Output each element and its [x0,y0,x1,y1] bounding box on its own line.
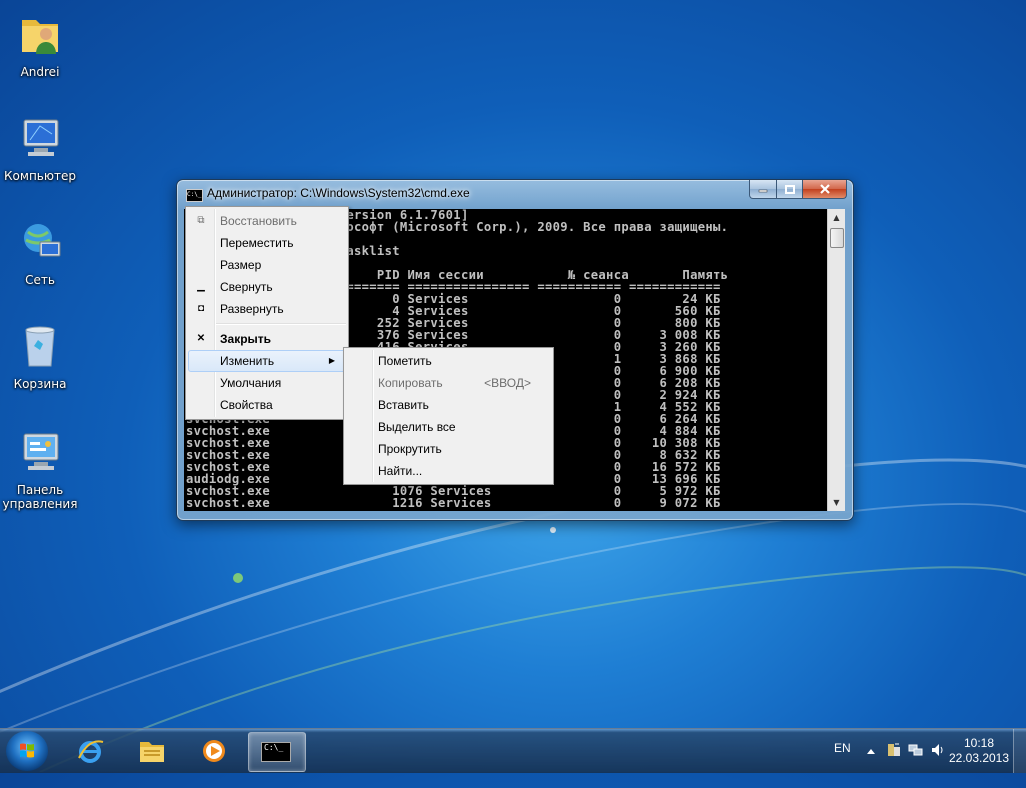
maximize-button[interactable] [777,180,803,199]
taskbar-cmd-button[interactable]: C:\_ [248,732,306,772]
maximize-icon [784,184,795,194]
close-icon [819,184,830,194]
menu-item-mark[interactable]: Пометить [344,350,553,372]
desktop-icon-label: Панель управления [2,483,78,511]
language-indicator[interactable]: EN [834,741,851,785]
menu-item-restore[interactable]: ⧉ Восстановить [186,210,348,232]
desktop-icon-label: Компьютер [4,169,76,183]
system-menu: ⧉ Восстановить Переместить Размер ▁ Сверну… [185,206,349,420]
control-panel-icon [23,433,59,470]
menu-item-properties[interactable]: Свойства [186,394,348,416]
cmd-icon[interactable]: C:\_ [186,189,203,202]
menu-item-close[interactable]: ✕ Закрыть [186,328,348,350]
window-titlebar[interactable]: C:\_ Администратор: C:\Windows\System32\… [177,180,853,208]
taskbar-media-player-button[interactable] [186,732,242,770]
ie-icon [78,740,104,763]
window-title: Администратор: C:\Windows\System32\cmd.e… [207,186,470,200]
shortcut-label: <ВВОД> [484,376,531,390]
clock-time: 10:18 [963,736,995,750]
network-status-icon[interactable] [908,742,924,786]
clock[interactable]: 10:18 22.03.2013 [946,736,1012,780]
desktop-icon-recycle-bin[interactable]: Корзина [0,322,80,391]
explorer-icon [140,742,164,762]
window-controls [749,180,847,199]
show-hidden-icons-icon[interactable] [866,744,876,788]
user-folder-icon [22,20,58,54]
minimize-button[interactable] [749,180,777,199]
desktop-icon-computer[interactable]: Компьютер [0,114,80,183]
recycle-bin-icon [25,326,55,367]
desktop-icon-control-panel[interactable]: Панель управления [0,428,80,511]
minimize-icon: ▁ [197,281,205,292]
show-desktop-button[interactable] [1013,729,1026,773]
menu-item-select-all[interactable]: Выделить все [344,416,553,438]
desktop-icon-network[interactable]: Сеть [0,218,80,287]
computer-icon [23,119,59,156]
menu-item-maximize[interactable]: ◘ Развернуть [186,298,348,320]
edit-submenu: Пометить Копировать <ВВОД> Вставить Выдел… [343,347,554,485]
menu-item-size[interactable]: Размер [186,254,348,276]
submenu-arrow-icon: ▶ [328,356,335,365]
menu-separator [216,323,346,325]
clock-date: 22.03.2013 [948,751,1010,765]
action-center-icon[interactable] [886,742,902,786]
menu-item-find[interactable]: Найти... [344,460,553,482]
close-icon: ✕ [196,333,206,344]
menu-item-minimize[interactable]: ▁ Свернуть [186,276,348,298]
menu-item-defaults[interactable]: Умолчания [186,372,348,394]
scroll-up-arrow-icon[interactable]: ▲ [828,209,845,226]
taskbar: C:\_ EN 10:18 22.03.2013 [0,728,1026,773]
menu-item-paste[interactable]: Вставить [344,394,553,416]
desktop-icon-label: Andrei [20,65,60,79]
scroll-down-arrow-icon[interactable]: ▼ [828,494,845,511]
cmd-icon: C:\_ [261,742,291,762]
vertical-scrollbar[interactable]: ▲ ▼ [827,209,845,511]
network-icon [24,224,61,257]
desktop-icon-user[interactable]: Andrei [0,10,80,79]
desktop-icon-label: Корзина [13,377,67,391]
windows-logo-icon [20,743,34,758]
menu-item-scroll[interactable]: Прокрутить [344,438,553,460]
taskbar-explorer-button[interactable] [124,732,180,770]
minimize-icon [758,189,768,193]
close-button[interactable] [803,180,847,199]
menu-item-copy[interactable]: Копировать <ВВОД> [344,372,553,394]
maximize-icon: ◘ [197,303,205,314]
menu-item-move[interactable]: Переместить [186,232,348,254]
restore-icon: ⧉ [197,215,205,226]
taskbar-ie-button[interactable] [62,732,118,770]
menu-item-edit[interactable]: Изменить ▶ [188,350,346,372]
media-player-icon [203,740,225,762]
scroll-thumb[interactable] [830,228,844,248]
start-button[interactable] [6,731,48,771]
volume-icon[interactable] [930,742,946,786]
desktop-icon-label: Сеть [25,273,55,287]
